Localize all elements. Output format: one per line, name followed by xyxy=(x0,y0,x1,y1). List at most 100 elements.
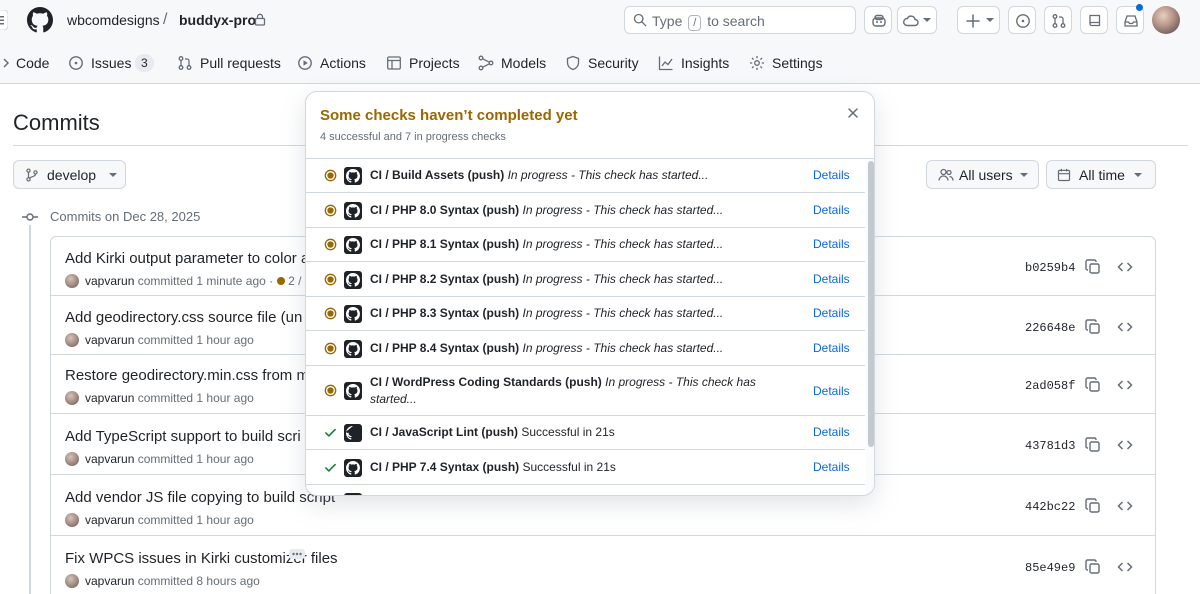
close-icon[interactable] xyxy=(847,107,859,119)
pull-request-icon xyxy=(178,56,192,70)
copy-icon[interactable] xyxy=(1085,259,1101,275)
commit-sha-link[interactable]: b0259b4 xyxy=(1025,261,1075,275)
issues-shortcut-button[interactable] xyxy=(1008,6,1036,34)
check-details-link[interactable]: Details xyxy=(813,384,850,398)
author-avatar[interactable] xyxy=(65,333,79,347)
check-text: CI / JavaScript Lint (push) Successful i… xyxy=(370,424,615,441)
check-details-link[interactable]: Details xyxy=(813,460,850,474)
copy-icon[interactable] xyxy=(1085,559,1101,575)
user-avatar[interactable] xyxy=(1152,6,1180,34)
check-text: CI / PHP 8.2 Syntax (push) In progress -… xyxy=(370,271,723,288)
repositories-shortcut-button[interactable] xyxy=(1080,6,1108,34)
commit-sha-link[interactable]: 85e49e9 xyxy=(1025,561,1075,575)
browse-code-icon[interactable] xyxy=(1117,498,1133,514)
copilot-button[interactable] xyxy=(864,6,892,34)
repo-icon xyxy=(1089,14,1101,27)
commit-time: 1 hour ago xyxy=(196,513,254,527)
author-avatar[interactable] xyxy=(65,513,79,527)
commit-author-link[interactable]: vapvarun xyxy=(85,452,134,466)
branch-selector-button[interactable]: develop xyxy=(13,160,126,189)
author-avatar[interactable] xyxy=(65,391,79,405)
commit-meta: vapvarun committed 1 hour ago xyxy=(65,391,254,405)
copy-icon[interactable] xyxy=(1085,437,1101,453)
github-actions-app-icon xyxy=(344,167,362,185)
check-status: In progress - This check has started... xyxy=(522,237,724,251)
check-details-link[interactable]: Details xyxy=(813,425,850,439)
pull-requests-shortcut-button[interactable] xyxy=(1044,6,1072,34)
meta-separator: · xyxy=(269,274,274,288)
search-input[interactable]: Type / to search xyxy=(624,6,856,34)
github-actions-app-icon xyxy=(344,236,362,254)
hamburger-menu-icon[interactable] xyxy=(0,10,8,30)
commit-author-link[interactable]: vapvarun xyxy=(85,574,134,588)
check-text: CI / PHP 8.0 Syntax (push) In progress -… xyxy=(370,202,723,219)
chevron-down-icon xyxy=(109,173,117,177)
scrollbar-thumb[interactable] xyxy=(868,161,874,447)
author-avatar[interactable] xyxy=(65,274,79,288)
in-progress-dot-icon xyxy=(324,273,337,286)
checks-scrollbar[interactable] xyxy=(866,159,874,495)
chevron-down-icon xyxy=(923,18,931,22)
commit-author-link[interactable]: vapvarun xyxy=(85,391,134,405)
check-status: In progress - This check has started... xyxy=(522,203,724,217)
commit-sha-link[interactable]: 2ad058f xyxy=(1025,379,1075,393)
commit-sha-link[interactable]: 442bc22 xyxy=(1025,500,1075,514)
commit-verb: committed xyxy=(137,391,194,405)
create-new-button[interactable] xyxy=(957,6,1000,34)
copy-icon[interactable] xyxy=(1085,319,1101,335)
commit-verb: committed xyxy=(137,513,194,527)
check-name: CI / JavaScript Lint (push) xyxy=(370,425,519,439)
copy-icon[interactable] xyxy=(1085,377,1101,393)
check-name: CI / PHP 8.1 Syntax (push) xyxy=(370,237,520,251)
browse-code-icon[interactable] xyxy=(1117,437,1133,453)
check-details-link[interactable]: Details xyxy=(813,203,850,217)
check-status-pending-icon[interactable] xyxy=(277,277,286,285)
commit-title-link[interactable]: Restore geodirectory.min.css from m xyxy=(65,367,309,384)
commit-sha-link[interactable]: 43781d3 xyxy=(1025,439,1075,453)
author-avatar[interactable] xyxy=(65,574,79,588)
commit-title-link[interactable]: Add TypeScript support to build scri xyxy=(65,428,301,445)
search-icon xyxy=(633,13,647,27)
commit-author-link[interactable]: vapvarun xyxy=(85,274,134,288)
users-filter-button[interactable]: All users xyxy=(926,160,1039,189)
check-row: CI / PHP 8.2 Syntax (push) In progress -… xyxy=(306,262,865,297)
commit-sha-link[interactable]: 226648e xyxy=(1025,321,1075,335)
check-row: CI / PHP 8.0 Syntax (push) In progress -… xyxy=(306,193,865,228)
check-details-link[interactable]: Details xyxy=(813,306,850,320)
check-name: CI / WordPress Coding Standards (push) xyxy=(370,375,602,389)
in-progress-dot-icon xyxy=(324,307,337,320)
commit-title-link[interactable]: Add geodirectory.css source file (un xyxy=(65,309,302,326)
check-row: CI / Build Assets (push) In progress - T… xyxy=(306,159,865,193)
issue-icon xyxy=(1016,14,1030,28)
commit-title-link[interactable]: Add Kirki output parameter to color a xyxy=(65,250,309,267)
search-placeholder-prefix: Type xyxy=(652,13,683,29)
browse-code-icon[interactable] xyxy=(1117,559,1133,575)
check-row: CI / WordPress Coding Standards (push) I… xyxy=(306,366,865,416)
browse-code-icon[interactable] xyxy=(1117,259,1133,275)
commit-verb: committed xyxy=(137,574,194,588)
browse-code-icon[interactable] xyxy=(1117,377,1133,393)
repo-name-link[interactable]: buddyx-pro xyxy=(179,12,256,28)
time-filter-button[interactable]: All time xyxy=(1046,160,1156,189)
commit-author-link[interactable]: vapvarun xyxy=(85,333,134,347)
code-icon xyxy=(3,58,9,68)
check-details-link[interactable]: Details xyxy=(813,168,850,182)
expand-commit-message-button[interactable] xyxy=(289,549,305,559)
breadcrumb-separator: / xyxy=(163,11,168,28)
commit-author-link[interactable]: vapvarun xyxy=(85,513,134,527)
copy-icon[interactable] xyxy=(1085,498,1101,514)
commit-time: 8 hours ago xyxy=(196,574,260,588)
copilot-menu-button[interactable] xyxy=(897,6,937,34)
check-row: CI / PHP 8.1 Syntax (push) In progress -… xyxy=(306,228,865,262)
check-details-link[interactable]: Details xyxy=(813,341,850,355)
author-avatar[interactable] xyxy=(65,452,79,466)
check-status: In progress - This check has started... xyxy=(522,272,724,286)
repo-owner-link[interactable]: wbcomdesigns xyxy=(67,12,160,28)
page-title: Commits xyxy=(13,110,100,135)
browse-code-icon[interactable] xyxy=(1117,319,1133,335)
github-actions-app-icon xyxy=(344,202,362,220)
github-logo-icon[interactable] xyxy=(27,7,53,33)
check-details-link[interactable]: Details xyxy=(813,237,850,251)
check-details-link[interactable]: Details xyxy=(813,272,850,286)
commit-title-link[interactable]: Add vendor JS file copying to build scri… xyxy=(65,489,335,506)
